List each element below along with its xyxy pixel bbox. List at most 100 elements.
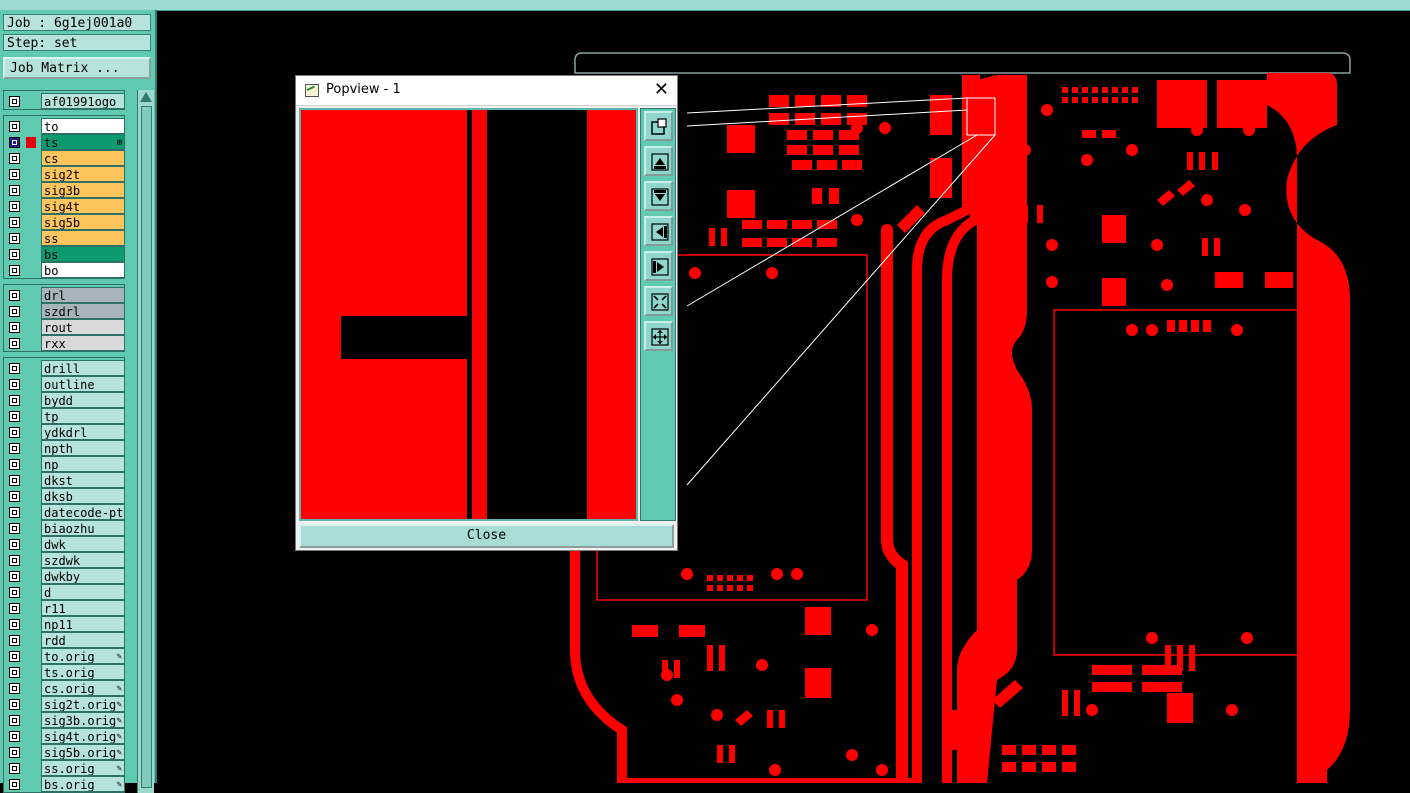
layer-list-scrollbar[interactable] [137, 90, 154, 793]
layer-row[interactable]: szdrl [4, 303, 126, 319]
layer-name[interactable]: sig4t.orig ✎ [41, 728, 125, 744]
layer-row[interactable]: ts ⊞ [4, 134, 126, 150]
layer-row[interactable]: szdwk [4, 552, 126, 568]
layer-name[interactable]: to.orig ✎ [41, 648, 125, 664]
layer-visibility-checkbox[interactable] [9, 603, 20, 614]
layer-row[interactable]: npth [4, 440, 126, 456]
layer-visibility-checkbox[interactable] [9, 459, 20, 470]
layer-name[interactable]: dkst [41, 472, 125, 488]
layer-name[interactable]: d [41, 584, 125, 600]
layer-name[interactable]: cs [41, 150, 125, 166]
layer-visibility-checkbox[interactable] [9, 96, 20, 107]
layer-affected-marker[interactable] [26, 137, 36, 148]
layer-row[interactable]: sig5b [4, 214, 126, 230]
layer-visibility-checkbox[interactable] [9, 731, 20, 742]
layer-row[interactable]: rout [4, 319, 126, 335]
layer-visibility-checkbox[interactable] [9, 507, 20, 518]
layer-visibility-checkbox[interactable] [9, 338, 20, 349]
layer-row[interactable]: to.orig ✎ [4, 648, 126, 664]
layer-row[interactable]: cs [4, 150, 126, 166]
layer-row[interactable]: rxx [4, 335, 126, 351]
layer-visibility-checkbox[interactable] [9, 121, 20, 132]
layer-row[interactable]: dksb [4, 488, 126, 504]
layer-name[interactable]: npth [41, 440, 125, 456]
layer-visibility-checkbox[interactable] [9, 411, 20, 422]
layer-row[interactable]: sig4t [4, 198, 126, 214]
layer-name[interactable]: datecode-pth [41, 504, 125, 520]
layer-row[interactable]: sig3b.orig ✎ [4, 712, 126, 728]
layer-name[interactable]: sig3b.orig ✎ [41, 712, 125, 728]
layer-row[interactable]: dwk [4, 536, 126, 552]
popview-canvas[interactable] [299, 108, 638, 521]
layer-name[interactable]: szdwk [41, 552, 125, 568]
layer-row[interactable]: dkst [4, 472, 126, 488]
layer-name[interactable]: np [41, 456, 125, 472]
layer-name[interactable]: szdrl [41, 303, 125, 319]
layer-row[interactable]: sig5b.orig ✎ [4, 744, 126, 760]
layer-row[interactable]: ts.orig [4, 664, 126, 680]
layer-row[interactable]: ss.orig ✎ [4, 760, 126, 776]
pan-down-button[interactable] [644, 181, 673, 211]
layer-name[interactable]: sig2t.orig ✎ [41, 696, 125, 712]
layer-name[interactable]: rout [41, 319, 125, 335]
layer-visibility-checkbox[interactable] [9, 233, 20, 244]
zoom-in-button[interactable] [644, 321, 673, 351]
layer-visibility-checkbox[interactable] [9, 683, 20, 694]
layer-row[interactable]: bydd [4, 392, 126, 408]
layer-visibility-checkbox[interactable] [9, 185, 20, 196]
layer-visibility-checkbox[interactable] [9, 153, 20, 164]
layer-visibility-checkbox[interactable] [9, 587, 20, 598]
layer-visibility-checkbox[interactable] [9, 443, 20, 454]
layer-name[interactable]: af01991ogo [41, 93, 125, 109]
layer-visibility-checkbox[interactable] [9, 699, 20, 710]
layer-row[interactable]: drill [4, 360, 126, 376]
layer-row[interactable]: cs.orig ✎ [4, 680, 126, 696]
layer-name[interactable]: ss [41, 230, 125, 246]
layer-row[interactable]: tp [4, 408, 126, 424]
layer-row[interactable]: r11 [4, 600, 126, 616]
layer-name[interactable]: np11 [41, 616, 125, 632]
popview-title-bar[interactable]: Popview - 1 ✕ [296, 76, 677, 106]
layer-visibility-checkbox[interactable] [9, 265, 20, 276]
layer-name[interactable]: drill [41, 360, 125, 376]
layer-visibility-checkbox[interactable] [9, 217, 20, 228]
close-icon[interactable]: ✕ [654, 79, 669, 100]
layer-visibility-checkbox[interactable] [9, 747, 20, 758]
layer-row[interactable]: to [4, 118, 126, 134]
layer-row[interactable]: sig2t [4, 166, 126, 182]
layer-visibility-checkbox[interactable] [9, 715, 20, 726]
layer-name[interactable]: sig4t [41, 198, 125, 214]
layer-visibility-checkbox[interactable] [9, 619, 20, 630]
layer-name[interactable]: dksb [41, 488, 125, 504]
layer-name[interactable]: rdd [41, 632, 125, 648]
layer-row[interactable]: af01991ogo [4, 93, 126, 109]
layer-row[interactable]: ss [4, 230, 126, 246]
layer-visibility-checkbox[interactable] [9, 395, 20, 406]
layer-row[interactable]: outline [4, 376, 126, 392]
layer-row[interactable]: ydkdrl [4, 424, 126, 440]
layer-name[interactable]: r11 [41, 600, 125, 616]
pan-left-button[interactable] [644, 216, 673, 246]
job-matrix-button[interactable]: Job Matrix ... [3, 57, 151, 79]
layer-name[interactable]: sig5b.orig ✎ [41, 744, 125, 760]
layer-name[interactable]: dwkby [41, 568, 125, 584]
pan-right-button[interactable] [644, 251, 673, 281]
layer-visibility-checkbox[interactable] [9, 779, 20, 790]
layer-row[interactable]: bo [4, 262, 126, 278]
layer-name[interactable]: ts.orig [41, 664, 125, 680]
close-button[interactable]: Close [299, 524, 674, 548]
layer-name[interactable]: to [41, 118, 125, 134]
pan-up-button[interactable] [644, 146, 673, 176]
layer-row[interactable]: np [4, 456, 126, 472]
layer-row[interactable]: drl [4, 287, 126, 303]
layer-visibility-checkbox[interactable] [9, 651, 20, 662]
layer-row[interactable]: bs [4, 246, 126, 262]
layer-name[interactable]: ts ⊞ [41, 134, 125, 150]
scroll-thumb[interactable] [141, 106, 152, 788]
layer-visibility-checkbox[interactable] [9, 322, 20, 333]
zoom-out-button[interactable] [644, 286, 673, 316]
layer-name[interactable]: ydkdrl [41, 424, 125, 440]
layer-name[interactable]: bs.orig ✎ [41, 776, 125, 792]
layer-row[interactable]: np11 [4, 616, 126, 632]
layer-name[interactable]: bydd [41, 392, 125, 408]
